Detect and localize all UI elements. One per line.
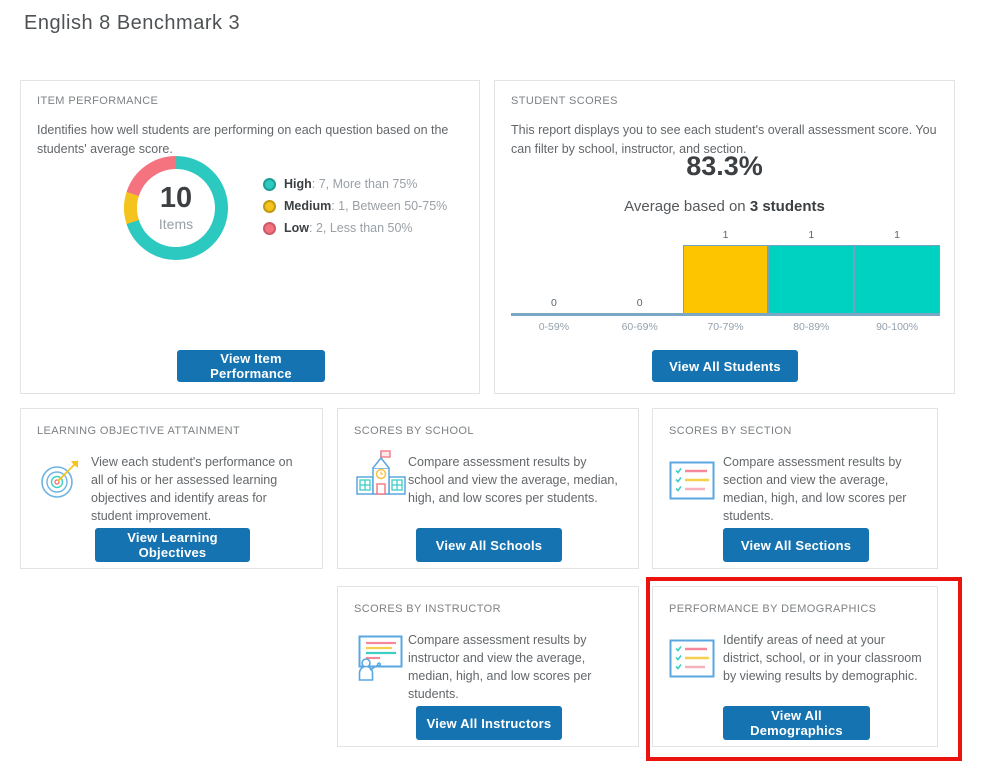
item-performance-description: Identifies how well students are perform… xyxy=(37,121,463,159)
view-all-demographics-button[interactable]: View All Demographics xyxy=(723,706,870,740)
item-performance-header: ITEM PERFORMANCE xyxy=(37,95,158,107)
donut-segment-medium xyxy=(121,153,231,263)
item-performance-donut-wrap: 10 Items xyxy=(121,153,231,263)
bar-70-79% xyxy=(683,245,769,313)
legend-dot xyxy=(263,222,276,235)
legend-detail: : 2, Less than 50% xyxy=(309,221,413,235)
bar-chart-plot-area: 00111 xyxy=(511,227,940,316)
bar-column-70-79%: 1 xyxy=(683,227,769,313)
student-scores-card: STUDENT SCORES This report displays you … xyxy=(494,80,955,394)
bar-column-90-100%: 1 xyxy=(854,227,940,313)
scores-by-instructor-text: Compare assessment results by instructor… xyxy=(408,631,624,704)
page-title: English 8 Benchmark 3 xyxy=(24,12,240,35)
performance-by-demographics-header: PERFORMANCE BY DEMOGRAPHICS xyxy=(669,603,876,615)
legend-detail: : 1, Between 50-75% xyxy=(331,199,447,213)
bar-value-label: 0 xyxy=(597,297,683,309)
learning-objectives-card: LEARNING OBJECTIVE ATTAINMENT View each … xyxy=(20,408,323,569)
performance-by-demographics-text: Identify areas of need at your district,… xyxy=(723,631,923,685)
legend-detail: : 7, More than 75% xyxy=(312,177,418,191)
scores-by-school-card: SCORES BY SCHOOL Compare assessment resu… xyxy=(337,408,639,569)
scores-by-instructor-header: SCORES BY INSTRUCTOR xyxy=(354,603,501,615)
view-all-students-button[interactable]: View All Students xyxy=(652,350,798,382)
scores-by-school-header: SCORES BY SCHOOL xyxy=(354,425,474,437)
checklist-icon xyxy=(669,639,715,684)
average-score-value: 83.3% xyxy=(495,151,954,182)
legend-label: Medium xyxy=(284,199,331,213)
scores-by-instructor-card: SCORES BY INSTRUCTOR Compare assessment … xyxy=(337,586,639,747)
legend-label: Low xyxy=(284,221,309,235)
bar-category-label: 70-79% xyxy=(683,316,769,333)
average-caption-prefix: Average based on xyxy=(624,198,750,215)
item-performance-donut xyxy=(121,153,231,263)
donut-segment-low xyxy=(121,153,231,263)
student-scores-header: STUDENT SCORES xyxy=(511,95,618,107)
scores-by-school-text: Compare assessment results by school and… xyxy=(408,453,624,507)
view-all-instructors-button[interactable]: View All Instructors xyxy=(416,706,562,740)
item-performance-legend: High: 7, More than 75%Medium: 1, Between… xyxy=(263,173,447,239)
bar-90-100% xyxy=(854,245,940,313)
bar-value-label: 1 xyxy=(854,229,940,241)
student-scores-chart: 00111 0-59%60-69%70-79%80-89%90-100% xyxy=(511,227,940,333)
bar-category-label: 90-100% xyxy=(854,316,940,333)
legend-label: High xyxy=(284,177,312,191)
instructor-presentation-icon xyxy=(354,629,406,688)
bar-column-80-89%: 1 xyxy=(768,227,854,313)
scores-by-section-card: SCORES BY SECTION Compare assessment res… xyxy=(652,408,938,569)
bar-category-label: 60-69% xyxy=(597,316,683,333)
scores-by-section-text: Compare assessment results by section an… xyxy=(723,453,923,526)
view-all-sections-button[interactable]: View All Sections xyxy=(723,528,869,562)
checklist-icon xyxy=(669,461,715,506)
target-icon xyxy=(39,453,83,506)
average-caption: Average based on 3 students xyxy=(495,198,954,215)
bar-chart-category-axis: 0-59%60-69%70-79%80-89%90-100% xyxy=(511,316,940,333)
average-caption-count: 3 students xyxy=(750,198,825,215)
bar-80-89% xyxy=(768,245,854,313)
legend-item-medium: Medium: 1, Between 50-75% xyxy=(263,195,447,217)
learning-objectives-header: LEARNING OBJECTIVE ATTAINMENT xyxy=(37,425,240,437)
bar-value-label: 0 xyxy=(511,297,597,309)
view-item-performance-button[interactable]: View Item Performance xyxy=(177,350,325,382)
legend-item-low: Low: 2, Less than 50% xyxy=(263,217,447,239)
bar-category-label: 0-59% xyxy=(511,316,597,333)
scores-by-section-header: SCORES BY SECTION xyxy=(669,425,792,437)
legend-item-high: High: 7, More than 75% xyxy=(263,173,447,195)
bar-category-label: 80-89% xyxy=(768,316,854,333)
bar-column-60-69%: 0 xyxy=(597,227,683,313)
view-learning-objectives-button[interactable]: View Learning Objectives xyxy=(95,528,250,562)
item-performance-card: ITEM PERFORMANCE Identifies how well stu… xyxy=(20,80,480,394)
learning-objectives-text: View each student's performance on all o… xyxy=(91,453,308,526)
legend-dot xyxy=(263,178,276,191)
performance-by-demographics-card: PERFORMANCE BY DEMOGRAPHICS Identify are… xyxy=(652,586,938,747)
bar-value-label: 1 xyxy=(768,229,854,241)
school-icon xyxy=(354,447,408,508)
legend-dot xyxy=(263,200,276,213)
bar-column-0-59%: 0 xyxy=(511,227,597,313)
view-all-schools-button[interactable]: View All Schools xyxy=(416,528,562,562)
bar-value-label: 1 xyxy=(683,229,769,241)
